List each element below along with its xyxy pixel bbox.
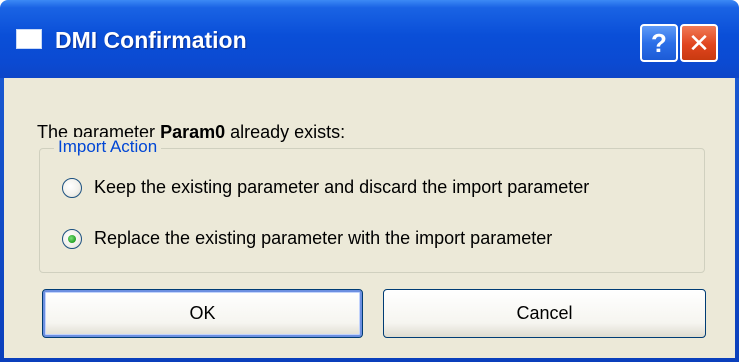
keep-existing-radio[interactable] [62,177,82,198]
replace-existing-label[interactable]: Replace the existing parameter with the … [94,228,552,249]
dialog-body: The parameter Param0 already exists: Imp… [4,78,735,358]
import-action-legend: Import Action [54,137,162,157]
window-title: DMI Confirmation [55,27,247,53]
keep-existing-option[interactable]: Keep the existing parameter and discard … [62,177,589,198]
title-bar[interactable]: DMI Confirmation ? ✕ [0,0,739,78]
close-icon: ✕ [688,27,710,58]
close-button[interactable]: ✕ [680,24,718,62]
window-icon [16,29,42,49]
keep-existing-label[interactable]: Keep the existing parameter and discard … [94,177,589,198]
cancel-button[interactable]: Cancel [383,289,706,338]
dialog-window: DMI Confirmation ? ✕ The parameter Param… [0,0,739,362]
replace-existing-radio[interactable] [62,228,82,249]
ok-button[interactable]: OK [42,289,363,338]
message-suffix: already exists: [225,122,346,142]
param-name: Param0 [160,122,226,142]
help-icon: ? [651,27,667,58]
help-button[interactable]: ? [640,24,678,62]
import-action-group: Import Action Keep the existing paramete… [39,137,705,273]
replace-existing-option[interactable]: Replace the existing parameter with the … [62,228,552,249]
